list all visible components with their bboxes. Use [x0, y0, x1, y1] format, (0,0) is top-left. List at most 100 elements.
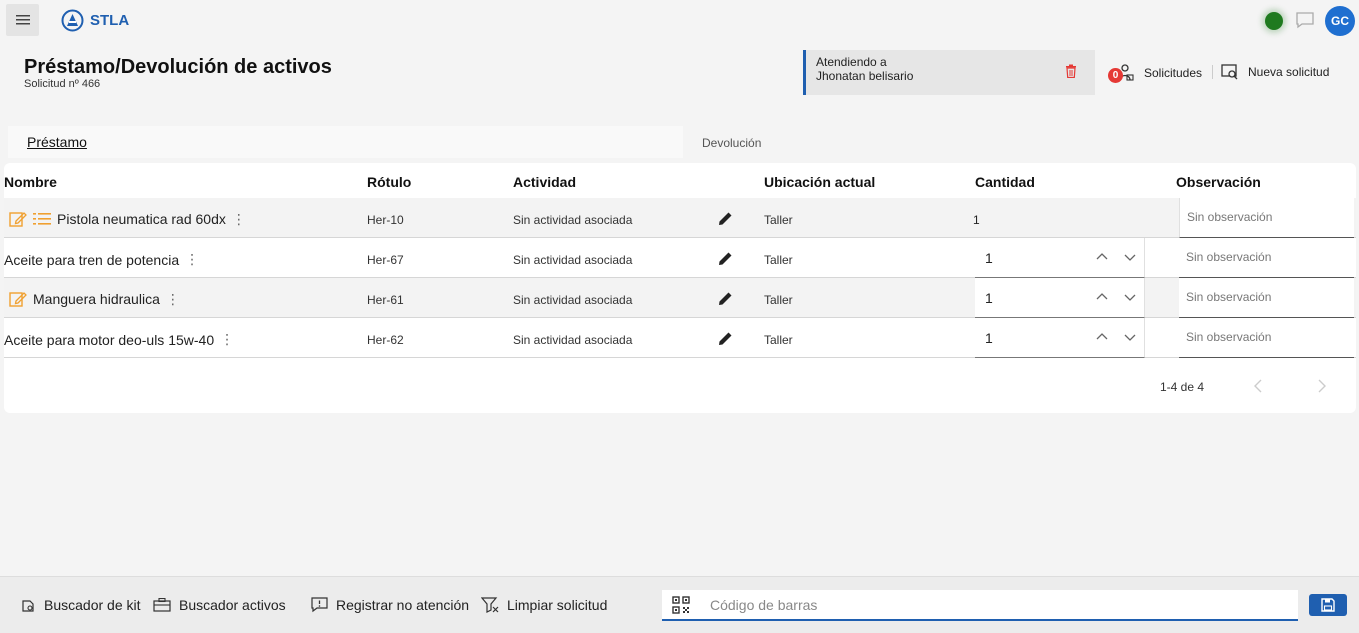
trash-icon[interactable]	[1065, 64, 1077, 81]
row-name: Manguera hidraulica ⋮	[9, 290, 180, 308]
kit-search-label: Buscador de kit	[44, 597, 141, 613]
attending-label: Atendiendo a	[816, 55, 887, 69]
row-name: Pistola neumatica rad 60dx ⋮	[9, 210, 246, 228]
quantity-stepper[interactable]: 1	[975, 318, 1145, 358]
kit-search-button[interactable]: Buscador de kit	[20, 597, 141, 613]
asset-search-label: Buscador activos	[179, 597, 286, 613]
edit-pencil-icon[interactable]	[718, 251, 733, 266]
requests-count-badge: 0	[1108, 68, 1123, 83]
tab-prestamo[interactable]: Préstamo	[27, 134, 87, 150]
asset-label: Her-10	[367, 213, 404, 227]
asset-quantity: 1	[973, 213, 980, 227]
observation-field[interactable]: Sin observación	[1179, 278, 1354, 318]
quantity-value: 1	[985, 289, 993, 306]
attending-person: Jhonatan belisario	[816, 69, 914, 83]
quantity-value: 1	[985, 329, 993, 346]
page-subtitle: Solicitud nº 466	[24, 78, 101, 90]
register-no-attention-label: Registrar no atención	[336, 597, 470, 613]
comment-alert-icon	[311, 597, 328, 613]
quantity-stepper[interactable]: 1	[975, 278, 1145, 318]
qr-code-icon	[672, 596, 690, 614]
column-header-location: Ubicación actual	[764, 174, 876, 190]
chevron-up-icon[interactable]	[1096, 251, 1108, 263]
asset-location: Taller	[764, 333, 793, 347]
logo-icon	[61, 9, 84, 32]
menu-button[interactable]	[6, 4, 39, 36]
tab-bar	[8, 126, 683, 158]
more-options-icon[interactable]: ⋮	[185, 251, 199, 268]
chevron-down-icon[interactable]	[1124, 251, 1136, 263]
requests-label: Solicitudes	[1144, 66, 1203, 80]
asset-activity: Sin actividad asociada	[513, 293, 633, 307]
observation-field[interactable]: Sin observación	[1179, 198, 1354, 238]
new-request-label: Nueva solicitud	[1248, 65, 1330, 79]
kit-icon	[22, 600, 34, 612]
asset-search-button[interactable]: Buscador activos	[153, 597, 286, 613]
edit-note-icon[interactable]	[9, 210, 27, 228]
asset-name: Aceite para motor deo-uls 15w-40	[4, 331, 215, 348]
quantity-value: 1	[985, 249, 993, 266]
new-request-icon	[1221, 64, 1238, 80]
register-no-attention-button[interactable]: Registrar no atención	[311, 597, 469, 613]
status-indicator	[1265, 12, 1283, 30]
observation-field[interactable]: Sin observación	[1179, 318, 1354, 358]
asset-label: Her-62	[367, 333, 404, 347]
filter-clear-icon	[481, 597, 499, 613]
chevron-down-icon[interactable]	[1124, 291, 1136, 303]
table-row	[4, 278, 1356, 318]
asset-location: Taller	[764, 253, 793, 267]
observation-field[interactable]: Sin observación	[1179, 238, 1354, 278]
column-header-activity: Actividad	[513, 174, 577, 190]
chevron-up-icon[interactable]	[1096, 331, 1108, 343]
logo-text: STLA	[90, 12, 130, 29]
quantity-stepper[interactable]: 1	[975, 238, 1145, 278]
edit-pencil-icon[interactable]	[718, 291, 733, 306]
top-bar: STLA GC	[0, 0, 1359, 42]
clear-request-button[interactable]: Limpiar solicitud	[481, 597, 607, 613]
chevron-right-icon[interactable]	[1316, 378, 1328, 394]
new-request-button[interactable]: Nueva solicitud	[1221, 64, 1329, 80]
attending-box: Atendiendo a Jhonatan belisario	[803, 50, 1095, 95]
asset-label: Her-67	[367, 253, 404, 267]
row-name: Aceite para motor deo-uls 15w-40 ⋮	[4, 331, 234, 348]
actions-divider	[1212, 65, 1213, 79]
pagination-range: 1-4 de 4	[1160, 380, 1205, 394]
save-button[interactable]	[1309, 594, 1347, 616]
column-header-name: Nombre	[4, 174, 57, 190]
asset-location: Taller	[764, 213, 793, 227]
chevron-left-icon[interactable]	[1252, 378, 1264, 394]
list-icon[interactable]	[33, 212, 51, 226]
asset-name: Aceite para tren de potencia	[4, 251, 180, 268]
asset-location: Taller	[764, 293, 793, 307]
column-header-quantity: Cantidad	[975, 174, 1035, 190]
row-name: Aceite para tren de potencia ⋮	[4, 251, 199, 268]
asset-label: Her-61	[367, 293, 404, 307]
chevron-down-icon[interactable]	[1124, 331, 1136, 343]
barcode-input[interactable]	[710, 595, 1270, 615]
avatar[interactable]: GC	[1325, 6, 1355, 36]
table-row	[4, 238, 1356, 278]
more-options-icon[interactable]: ⋮	[220, 331, 234, 348]
app-logo[interactable]: STLA	[61, 9, 129, 32]
hamburger-icon	[15, 15, 30, 25]
save-icon	[1321, 598, 1335, 612]
asset-name: Pistola neumatica rad 60dx	[57, 211, 226, 227]
more-options-icon[interactable]: ⋮	[166, 291, 180, 308]
page-title: Préstamo/Devolución de activos	[24, 56, 332, 78]
requests-button[interactable]: Solicitudes	[1112, 64, 1202, 82]
edit-note-icon[interactable]	[9, 290, 27, 308]
asset-name: Manguera hidraulica	[33, 291, 160, 307]
column-header-label: Rótulo	[367, 174, 412, 190]
tab-devolucion[interactable]: Devolución	[702, 136, 761, 150]
more-options-icon[interactable]: ⋮	[232, 211, 246, 228]
chat-icon[interactable]	[1295, 11, 1315, 34]
asset-activity: Sin actividad asociada	[513, 213, 633, 227]
chevron-up-icon[interactable]	[1096, 291, 1108, 303]
barcode-field[interactable]	[662, 590, 1298, 621]
clear-request-label: Limpiar solicitud	[507, 597, 608, 613]
edit-pencil-icon[interactable]	[718, 331, 733, 346]
asset-activity: Sin actividad asociada	[513, 253, 633, 267]
edit-pencil-icon[interactable]	[718, 211, 733, 226]
asset-activity: Sin actividad asociada	[513, 333, 633, 347]
briefcase-icon	[153, 598, 171, 612]
